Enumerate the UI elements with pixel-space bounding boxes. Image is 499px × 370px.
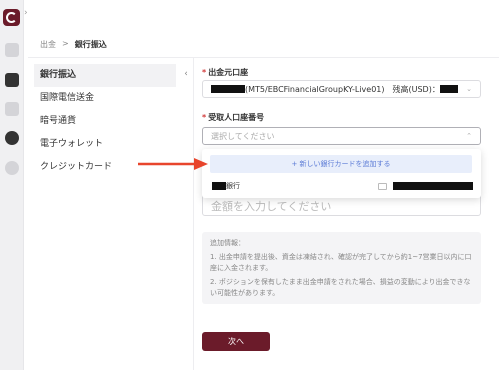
dest-account-label: * 受取人口座番号 (202, 113, 265, 122)
chevron-up-icon: ⌃ (466, 132, 472, 140)
source-account-label: * 出金元口座 (202, 68, 249, 77)
nav-rail (0, 0, 24, 370)
account-icon[interactable] (5, 131, 19, 145)
menu-item-bank-transfer[interactable]: 銀行振込 (34, 64, 176, 87)
add-bank-card-button[interactable]: + 新しい銀行カードを追加する (210, 155, 472, 173)
funds-icon[interactable] (5, 73, 19, 87)
chevron-down-icon: ⌄ (466, 85, 472, 93)
redacted-account (211, 85, 245, 93)
expand-rail-icon[interactable]: › (24, 8, 28, 18)
info-title: 追加情報： (210, 239, 245, 247)
source-account-value: (MT5/EBCFinancialGroupKY-Live01) (245, 84, 385, 94)
breadcrumb-current: 銀行振込 (74, 40, 107, 49)
card-icon (378, 182, 387, 190)
breadcrumb-sep: > (62, 39, 69, 48)
menu-item-ewallet[interactable]: 電子ウォレット (34, 133, 176, 156)
info-item-1: 1. 出金申請を提出後、資金は凍結され、確認が完了してから約1~7営業日以内に口… (210, 253, 472, 272)
redacted-bank-name (212, 182, 226, 190)
panel-divider (193, 58, 194, 370)
menu-item-crypto[interactable]: 暗号通貨 (34, 110, 176, 133)
info-item-2: 2. ポジションを保有したまま出金申請をされた場合、損益の変動により出金できない… (210, 278, 471, 297)
box-icon[interactable] (5, 102, 19, 116)
balance-label: 残高(USD)： (392, 84, 440, 94)
next-button[interactable]: 次へ (202, 332, 270, 351)
breadcrumb-parent[interactable]: 出金 (40, 39, 56, 50)
dest-account-select[interactable]: 選択してください ⌃ (202, 127, 481, 145)
menu-item-wire-transfer[interactable]: 国際電信送金 (34, 87, 176, 110)
breadcrumb: 出金 > 銀行振込 (40, 39, 107, 50)
bank-suffix: 銀行 (226, 182, 240, 190)
redacted-account-number (393, 182, 473, 190)
additional-info: 追加情報： 1. 出金申請を提出後、資金は凍結され、確認が完了してから約1~7営… (202, 232, 481, 304)
redacted-balance (439, 85, 458, 93)
brand-logo-icon[interactable] (3, 9, 20, 26)
chevron-left-icon[interactable]: ‹ (180, 68, 192, 80)
header-divider (28, 57, 499, 58)
home-icon[interactable] (5, 43, 19, 57)
source-account-select[interactable]: (MT5/EBCFinancialGroupKY-Live01) 残高(USD)… (202, 80, 481, 98)
help-icon[interactable] (5, 161, 19, 175)
dest-account-dropdown: + 新しい銀行カードを追加する 銀行 (202, 149, 481, 198)
bank-option[interactable]: 銀行 (212, 181, 474, 191)
arrow-icon (138, 158, 208, 170)
dest-placeholder: 選択してください (211, 131, 275, 141)
